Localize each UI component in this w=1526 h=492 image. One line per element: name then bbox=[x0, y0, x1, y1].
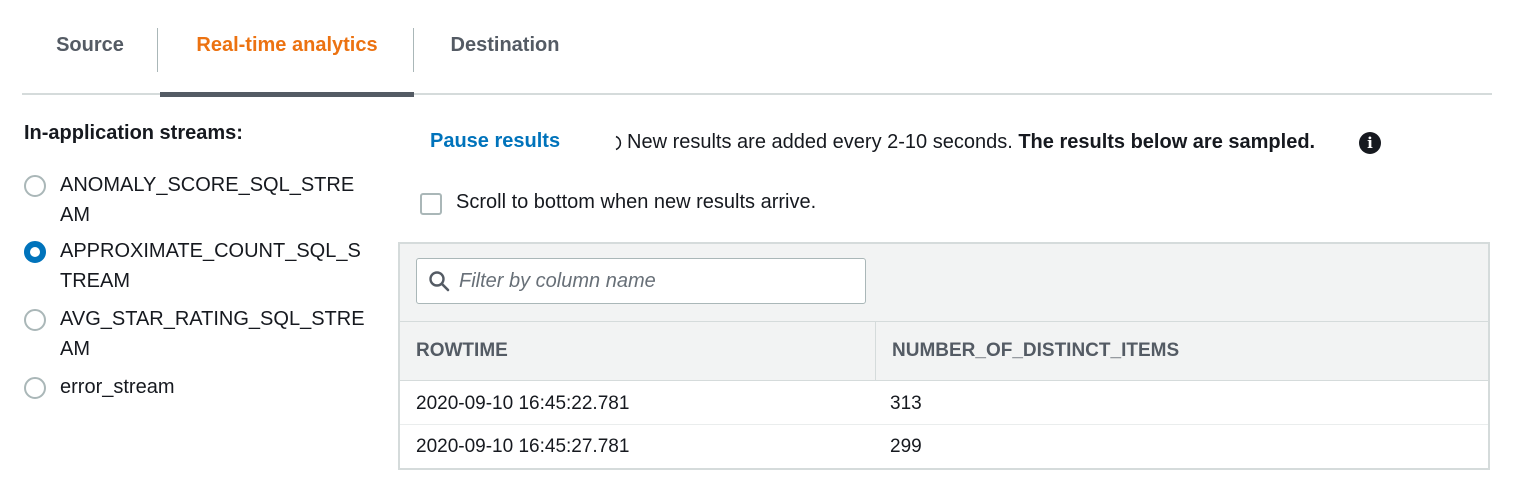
scroll-to-bottom-label[interactable]: Scroll to bottom when new results arrive… bbox=[456, 191, 816, 214]
stream-option-label: ANOMALY_SCORE_SQL_STRE AM bbox=[60, 174, 355, 226]
tab-destination[interactable]: Destination bbox=[416, 0, 594, 95]
refresh-info-text: New results are added every 2-10 seconds… bbox=[627, 131, 1315, 154]
column-header-rowtime[interactable]: ROWTIME bbox=[416, 322, 508, 380]
tab-bar: Source Real-time analytics Destination bbox=[22, 0, 1492, 97]
stream-option-label: error_stream bbox=[60, 376, 175, 398]
streams-heading: In-application streams: bbox=[24, 122, 243, 144]
cell-distinct-items: 313 bbox=[890, 392, 922, 414]
filter-box[interactable] bbox=[416, 258, 866, 304]
tab-divider bbox=[157, 28, 158, 72]
table-row: 2020-09-10 16:45:27.781 299 bbox=[400, 425, 1488, 468]
scroll-to-bottom-checkbox[interactable] bbox=[420, 193, 442, 215]
stream-option-label: APPROXIMATE_COUNT_SQL_S TREAM bbox=[60, 240, 361, 292]
info-icon[interactable]: i bbox=[1359, 132, 1381, 154]
stream-option-anomaly-score[interactable]: ANOMALY_SCORE_SQL_STRE AM bbox=[24, 174, 370, 230]
tab-source[interactable]: Source bbox=[22, 0, 158, 95]
cell-distinct-items: 299 bbox=[890, 435, 922, 457]
tab-real-time-analytics[interactable]: Real-time analytics bbox=[160, 0, 414, 97]
radio-checked-icon[interactable] bbox=[24, 241, 46, 263]
sampled-note: The results below are sampled. bbox=[1018, 131, 1316, 153]
results-table: ROWTIME NUMBER_OF_DISTINCT_ITEMS 2020-09… bbox=[398, 242, 1490, 470]
stream-option-error-stream[interactable]: error_stream bbox=[24, 376, 370, 402]
loading-spinner-icon bbox=[612, 133, 626, 153]
radio-unchecked-icon[interactable] bbox=[24, 377, 46, 399]
cell-rowtime: 2020-09-10 16:45:27.781 bbox=[416, 435, 630, 457]
stream-option-avg-star-rating[interactable]: AVG_STAR_RATING_SQL_STRE AM bbox=[24, 308, 370, 364]
table-row: 2020-09-10 16:45:22.781 313 bbox=[400, 382, 1488, 425]
filter-input[interactable] bbox=[459, 269, 859, 293]
tab-divider bbox=[413, 28, 414, 72]
radio-unchecked-icon[interactable] bbox=[24, 309, 46, 331]
search-icon bbox=[427, 269, 451, 293]
stream-option-approximate-count[interactable]: APPROXIMATE_COUNT_SQL_S TREAM bbox=[24, 240, 370, 296]
cell-rowtime: 2020-09-10 16:45:22.781 bbox=[416, 392, 630, 414]
table-header: ROWTIME NUMBER_OF_DISTINCT_ITEMS bbox=[400, 322, 1488, 381]
column-header-number-of-distinct-items[interactable]: NUMBER_OF_DISTINCT_ITEMS bbox=[892, 322, 1179, 380]
pause-results-button[interactable]: Pause results bbox=[430, 130, 560, 153]
radio-unchecked-icon[interactable] bbox=[24, 175, 46, 197]
stream-option-label: AVG_STAR_RATING_SQL_STRE AM bbox=[60, 308, 365, 360]
refresh-info-normal: New results are added every 2-10 seconds… bbox=[627, 131, 1013, 153]
column-divider bbox=[875, 322, 876, 380]
filter-bar bbox=[400, 244, 1488, 322]
